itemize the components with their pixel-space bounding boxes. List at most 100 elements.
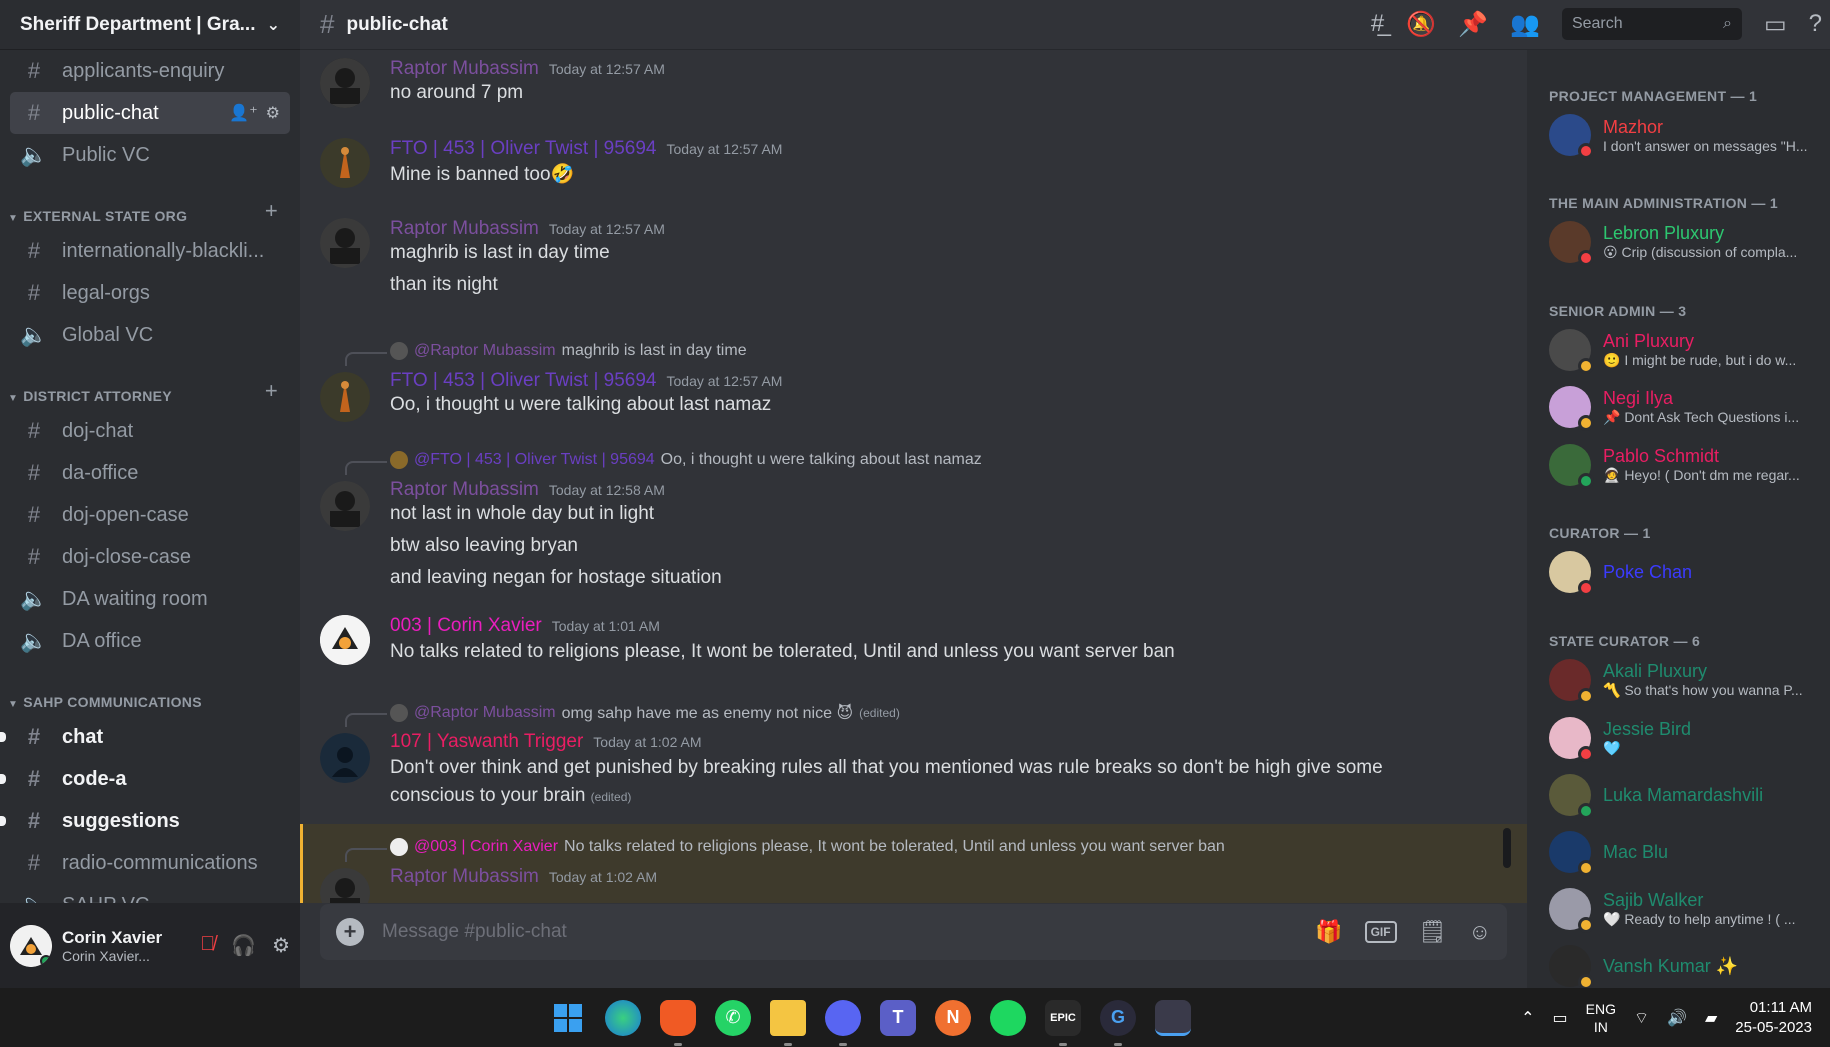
message-content: Oo, i thought u were talking about last … (390, 394, 772, 415)
scrollbar[interactable] (1503, 828, 1511, 868)
threads-icon[interactable]: #̲ (1371, 10, 1384, 38)
message-author[interactable]: Raptor Mubassim (390, 58, 539, 80)
message-author[interactable]: FTO | 453 | Oliver Twist | 95694 (390, 370, 657, 392)
file-explorer-icon[interactable] (770, 999, 806, 1046)
reply-connector (345, 848, 387, 862)
discord-icon[interactable] (825, 999, 861, 1046)
avatar[interactable] (10, 924, 52, 967)
reply-preview[interactable]: @003 | Corin Xavier No talks related to r… (390, 838, 1225, 856)
avatar[interactable] (320, 372, 370, 422)
headphones-icon[interactable]: 🎧 (231, 933, 256, 958)
category-district-attorney[interactable]: ▼ DISTRICT ATTORNEY + (0, 370, 300, 410)
channel-internationally-blacklisted[interactable]: # internationally-blackli... (10, 230, 290, 272)
hash-icon: # (27, 100, 41, 125)
avatar[interactable] (320, 481, 370, 531)
gear-icon[interactable]: ⚙ (272, 933, 290, 958)
avatar[interactable] (320, 615, 370, 665)
emoji-icon[interactable]: ☺ (1469, 919, 1491, 945)
chevron-up-icon[interactable]: ⌃ (1521, 1008, 1534, 1028)
channel-public-chat[interactable]: # public-chat 👤⁺ ⚙ (10, 92, 290, 134)
member-list-icon[interactable]: 👥 (1510, 10, 1540, 39)
tablet-mode-icon[interactable]: ▭ (1553, 1008, 1568, 1028)
server-header[interactable]: Sheriff Department | Gra... ⌄ (0, 0, 300, 50)
help-icon[interactable]: ? (1809, 10, 1822, 38)
reply-preview[interactable]: @Raptor Mubassim maghrib is last in day t… (390, 342, 747, 360)
channel-doj-chat[interactable]: # doj-chat (10, 410, 290, 452)
category-sahp-communications[interactable]: ▼ SAHP COMMUNICATIONS (0, 676, 300, 716)
edge-icon[interactable] (605, 999, 641, 1036)
member-item[interactable]: Lebron Pluxury 😮 Crip (discussion of comp… (1549, 217, 1820, 267)
member-item[interactable]: Sajib Walker 🤍 Ready to help anytime ! ( … (1549, 884, 1820, 934)
member-item[interactable]: Ani Pluxury 🙂 I might be rude, but i do w… (1549, 325, 1820, 375)
hash-icon: # (27, 850, 41, 875)
member-item[interactable]: Vansh Kumar ✨ (1549, 941, 1820, 988)
reply-preview[interactable]: @Raptor Mubassim omg sahp have me as enem… (390, 703, 900, 723)
member-item[interactable]: Pablo Schmidt 🧑‍🚀 Heyo! ( Don't dm me reg… (1549, 440, 1820, 490)
avatar[interactable] (320, 58, 370, 108)
channel-doj-open-case[interactable]: # doj-open-case (10, 494, 290, 536)
channel-da-waiting-room[interactable]: 🔈 DA waiting room (10, 578, 290, 620)
channel-chat[interactable]: # chat (0, 716, 290, 758)
member-item[interactable]: Poke Chan (1549, 547, 1820, 597)
volume-icon[interactable]: 🔊 (1667, 1008, 1687, 1028)
gear-icon[interactable]: ⚙ (266, 103, 280, 123)
language-indicator[interactable]: ENG IN (1586, 1000, 1616, 1036)
app-n-icon[interactable]: N (935, 999, 971, 1036)
battery-icon[interactable]: ▰ (1705, 1008, 1717, 1028)
invite-icon[interactable]: 👤⁺ (229, 103, 257, 123)
pin-icon[interactable]: 📌 (1458, 10, 1488, 39)
user-info[interactable]: Corin Xavier Corin Xavier... (62, 928, 200, 964)
message-input[interactable]: Message #public-chat (382, 921, 1315, 943)
inbox-icon[interactable]: ▭ (1764, 10, 1787, 39)
member-item[interactable]: Jessie Bird 🩵 (1549, 713, 1820, 763)
channel-public-vc[interactable]: 🔈 Public VC (10, 134, 290, 176)
channel-applicants-enquiry[interactable]: # applicants-enquiry (10, 50, 290, 92)
channel-doj-close-case[interactable]: # doj-close-case (10, 536, 290, 578)
search-input[interactable]: Search ⌕ (1561, 8, 1742, 40)
add-channel-icon[interactable]: + (265, 378, 278, 404)
sticker-icon[interactable]: 🗒 (1419, 919, 1447, 945)
message-author[interactable]: Raptor Mubassim (390, 866, 539, 888)
epic-games-icon[interactable]: EPIC (1045, 999, 1081, 1046)
teams-icon[interactable]: T (880, 999, 916, 1036)
message-author[interactable]: 003 | Corin Xavier (390, 615, 542, 637)
message-author[interactable]: 107 | Yaswanth Trigger (390, 731, 583, 753)
reply-preview[interactable]: @FTO | 453 | Oliver Twist | 95694 Oo, i t… (390, 451, 982, 469)
member-item[interactable]: Mac Blu (1549, 827, 1820, 877)
app-g-icon[interactable]: G (1100, 999, 1136, 1046)
attach-plus-icon[interactable]: + (336, 918, 364, 946)
avatar[interactable] (320, 138, 370, 188)
notification-bell-off-icon[interactable]: 🔕 (1406, 10, 1436, 39)
start-icon[interactable] (550, 1000, 586, 1036)
message-author[interactable]: FTO | 453 | Oliver Twist | 95694 (390, 138, 657, 160)
channel-suggestions[interactable]: # suggestions (0, 800, 290, 842)
member-item[interactable]: Luka Mamardashvili (1549, 770, 1820, 820)
avatar[interactable] (320, 733, 370, 783)
spotify-icon[interactable] (990, 999, 1026, 1036)
channel-sahp-vc[interactable]: 🔈SAHP VC (10, 884, 290, 903)
gift-icon[interactable]: 🎁 (1315, 919, 1342, 945)
message-author[interactable]: Raptor Mubassim (390, 479, 539, 501)
member-item[interactable]: Negi Ilya 📌 Dont Ask Tech Questions i... (1549, 382, 1820, 432)
mention-highlight (300, 824, 1527, 903)
category-external-state-org[interactable]: ▼ EXTERNAL STATE ORG + (0, 190, 300, 230)
message-author[interactable]: Raptor Mubassim (390, 218, 539, 240)
channel-da-office[interactable]: # da-office (10, 452, 290, 494)
member-item[interactable]: Akali Pluxury 〽️ So that's how you wanna … (1549, 655, 1820, 705)
channel-radio-communications[interactable]: # radio-communications (10, 842, 290, 884)
mute-mic-icon[interactable]: 🎙̸ (200, 933, 215, 958)
snipping-tool-icon[interactable] (1155, 999, 1191, 1036)
member-item[interactable]: Mazhor I don't answer on messages "H... (1549, 110, 1820, 160)
channel-code-a[interactable]: # code-a (0, 758, 290, 800)
whatsapp-icon[interactable]: ✆ (715, 999, 751, 1036)
wifi-icon[interactable]: ⌔ (1634, 1008, 1649, 1028)
channel-da-office-vc[interactable]: 🔈 DA office (10, 620, 290, 662)
speaker-icon: 🔈 (20, 142, 48, 167)
brave-icon[interactable] (660, 999, 696, 1046)
avatar[interactable] (320, 218, 370, 268)
gif-button[interactable]: GIF (1364, 921, 1397, 943)
clock[interactable]: 01:11 AM 25-05-2023 (1735, 998, 1812, 1038)
channel-global-vc[interactable]: 🔈 Global VC (10, 314, 290, 356)
channel-legal-orgs[interactable]: # legal-orgs (10, 272, 290, 314)
add-channel-icon[interactable]: + (265, 198, 278, 224)
